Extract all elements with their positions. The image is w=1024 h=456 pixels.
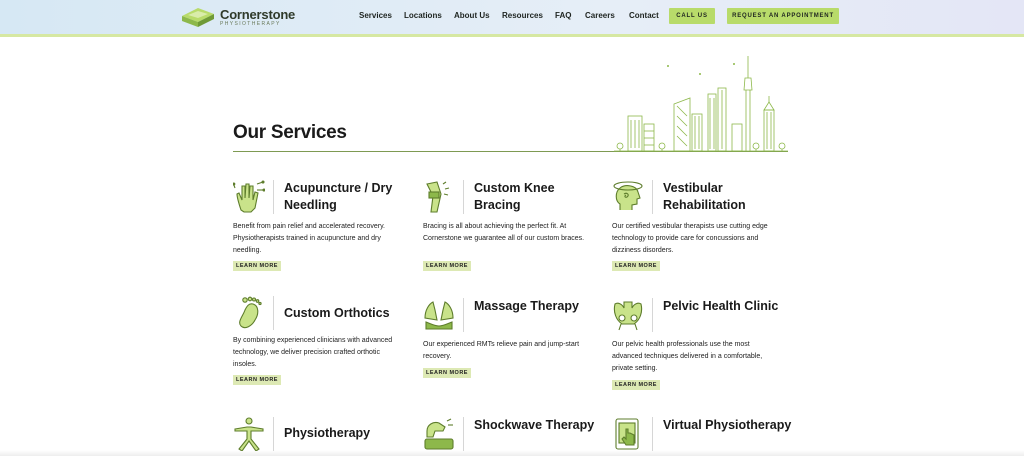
card-divider: [652, 417, 653, 451]
nav-item-about-us[interactable]: About Us: [454, 11, 490, 20]
card-divider: [463, 298, 464, 332]
yoga-pose-icon: [234, 417, 264, 451]
learn-more-link[interactable]: LEARN MORE: [612, 261, 660, 271]
service-title[interactable]: Massage Therapy: [474, 298, 604, 315]
service-title[interactable]: Custom Orthotics: [284, 305, 414, 322]
service-title[interactable]: Physiotherapy: [284, 425, 414, 442]
tablet-touch-icon: [615, 418, 639, 450]
learn-more-link[interactable]: LEARN MORE: [612, 380, 660, 390]
nav-item-contact[interactable]: Contact: [629, 11, 659, 20]
service-card-massage[interactable]: Massage Therapy Our experienced RMTs rel…: [423, 298, 603, 380]
call-us-button[interactable]: CALL US: [669, 8, 715, 24]
service-description: By combining experienced clinicians with…: [233, 337, 393, 368]
massage-hands-icon: [424, 301, 454, 330]
service-title[interactable]: Vestibular Rehabilitation: [663, 180, 793, 213]
scroll-fade: [0, 450, 1024, 456]
service-card-pelvic-health[interactable]: Pelvic Health Clinic Our pelvic health p…: [612, 298, 792, 392]
service-title[interactable]: Shockwave Therapy: [474, 417, 604, 434]
header-accent-line: [0, 34, 1024, 37]
hand-needles-icon: [233, 180, 265, 213]
page-title: Our Services: [233, 122, 347, 143]
card-divider: [273, 180, 274, 214]
card-divider: [273, 296, 274, 330]
main-nav: Services Locations About Us Resources FA…: [0, 0, 1024, 34]
nav-item-services[interactable]: Services: [359, 11, 392, 20]
card-header: Massage Therapy: [423, 298, 603, 338]
card-header: Pelvic Health Clinic: [612, 298, 792, 338]
nav-item-locations[interactable]: Locations: [404, 11, 442, 20]
card-divider: [273, 417, 274, 451]
pelvis-icon: [613, 301, 643, 331]
card-divider: [463, 417, 464, 451]
card-header: Vestibular Rehabilitation: [612, 180, 792, 220]
card-header: Acupuncture / Dry Needling: [233, 180, 413, 220]
card-divider: [652, 298, 653, 332]
card-header: Custom Orthotics: [233, 296, 413, 336]
learn-more-link[interactable]: LEARN MORE: [233, 375, 281, 385]
city-skyline-illustration: [614, 56, 788, 152]
nav-item-resources[interactable]: Resources: [502, 11, 543, 20]
learn-more-link[interactable]: LEARN MORE: [423, 368, 471, 378]
learn-more-link[interactable]: LEARN MORE: [423, 261, 471, 271]
service-card-acupuncture[interactable]: Acupuncture / Dry Needling Benefit from …: [233, 180, 413, 275]
service-title[interactable]: Custom Knee Bracing: [474, 180, 604, 213]
nav-item-careers[interactable]: Careers: [585, 11, 615, 20]
service-description: Bracing is all about achieving the perfe…: [423, 223, 585, 242]
request-appointment-button[interactable]: REQUEST AN APPOINTMENT: [727, 8, 839, 24]
service-description: Our pelvic health professionals use the …: [612, 341, 763, 372]
head-dizziness-icon: [613, 181, 643, 210]
service-description: Our certified vestibular therapists use …: [612, 223, 768, 254]
card-header: Custom Knee Bracing: [423, 180, 603, 220]
service-title[interactable]: Acupuncture / Dry Needling: [284, 180, 414, 213]
knee-brace-icon: [426, 181, 450, 213]
service-description: Benefit from pain relief and accelerated…: [233, 223, 386, 254]
nav-item-faq[interactable]: FAQ: [555, 11, 571, 20]
service-description: Our experienced RMTs relieve pain and ju…: [423, 341, 580, 360]
service-card-vestibular[interactable]: Vestibular Rehabilitation Our certified …: [612, 180, 792, 275]
learn-more-link[interactable]: LEARN MORE: [233, 261, 281, 271]
card-divider: [652, 180, 653, 214]
shockwave-device-icon: [424, 418, 454, 450]
service-card-orthotics[interactable]: Custom Orthotics By combining experience…: [233, 296, 413, 388]
service-title[interactable]: Pelvic Health Clinic: [663, 298, 793, 315]
service-card-knee-bracing[interactable]: Custom Knee Bracing Bracing is all about…: [423, 180, 603, 275]
card-divider: [463, 180, 464, 214]
foot-icon: [239, 296, 262, 329]
service-title[interactable]: Virtual Physiotherapy: [663, 417, 793, 434]
